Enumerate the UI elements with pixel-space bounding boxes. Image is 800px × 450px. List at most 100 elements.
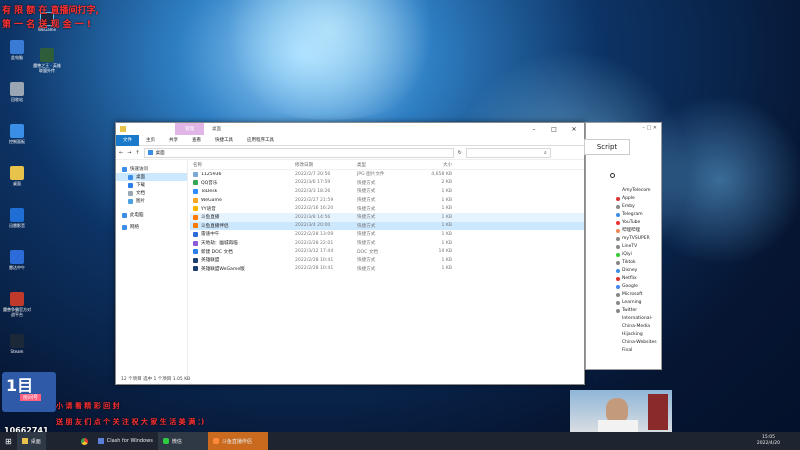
rule-item[interactable]: iQiyi — [616, 251, 657, 259]
column-header[interactable]: 大小 — [412, 162, 452, 168]
status-bar: 12 个项目 选中 1 个项目 1.05 KB — [121, 377, 191, 382]
taskbar-item-chrome[interactable] — [76, 432, 93, 450]
radio-icon[interactable] — [610, 173, 615, 178]
search-input[interactable]: ⌕ — [465, 147, 551, 158]
desktop-icon[interactable]: 回收站 — [2, 82, 32, 102]
folder-icon — [21, 438, 28, 444]
minimize-button[interactable]: – — [524, 123, 544, 135]
desktop-icon[interactable]: Steam — [2, 334, 32, 354]
rule-item[interactable]: Disney — [616, 267, 657, 275]
back-icon[interactable]: ← — [119, 150, 123, 156]
rule-item[interactable]: Emby — [616, 203, 657, 211]
desktop-icon[interactable]: 控制面板 — [2, 124, 32, 144]
desktop-icon[interactable]: 雷达中午 — [2, 250, 32, 270]
rule-item[interactable]: YouTube — [616, 219, 657, 227]
file-row[interactable]: 1125936 2022/2/7 20:56 JPG 图片文件 4,658 KB — [190, 170, 584, 179]
ribbon-tab[interactable]: 共享 — [162, 137, 185, 143]
file-name-cell: 1125936 — [190, 171, 295, 177]
file-explorer-window[interactable]: 管理 管理 桌面 – □ ✕ 文件 主页 共享 查看 快捷工具 应用程序工具 ← → ↑ … — [115, 122, 585, 385]
file-icon — [193, 223, 198, 229]
refresh-icon[interactable]: ↻ — [458, 150, 462, 156]
desktop-icon[interactable]: 迅雷影音 — [2, 208, 32, 228]
file-size: 1 KB — [441, 214, 452, 220]
rule-item[interactable]: China-Websites — [616, 339, 657, 347]
file-row[interactable]: 英雄联盟WeGame版 2022/2/28 10:41 快捷方式 1 KB — [190, 265, 584, 274]
file-row[interactable]: 斗鱼直播伴侣 2022/3/4 20:00 快捷方式 1 KB — [190, 221, 584, 231]
rule-item[interactable]: Google — [616, 283, 657, 291]
file-row[interactable]: 新建 DOC 文档 2022/3/12 17:44 DOC 文档 10 KB — [190, 247, 584, 256]
clock[interactable]: 15:05 2022/4/20 — [757, 435, 780, 447]
file-row[interactable]: 英雄联盟 2022/2/28 10:41 快捷方式 1 KB — [190, 256, 584, 265]
nav-item[interactable]: 下载 — [116, 181, 187, 189]
file-row[interactable]: YY语音 2022/2/16 16:20 快捷方式 1 KB — [190, 204, 584, 213]
rule-item[interactable]: Twitter — [616, 307, 657, 315]
file-row[interactable]: 天地劫：幽城再临 2022/2/28 22:01 快捷方式 1 KB — [190, 239, 584, 248]
rule-item[interactable]: Tiktok — [616, 259, 657, 267]
column-header[interactable]: 修改日期 — [295, 162, 357, 168]
up-icon[interactable]: ↑ — [135, 150, 139, 156]
nav-item[interactable]: 图片 — [116, 197, 187, 205]
file-row[interactable]: 斗鱼直播 2022/3/8 14:56 快捷方式 1 KB — [190, 212, 584, 222]
desktop-icon[interactable]: 桌面 — [2, 166, 32, 186]
nav-item[interactable]: 文档 — [116, 189, 187, 197]
ribbon-tab[interactable]: 快捷工具 — [208, 137, 240, 143]
file-row[interactable]: QQ音乐 2022/3/6 17:59 快捷方式 2 KB — [190, 179, 584, 188]
rule-item[interactable]: Telegram — [616, 211, 657, 219]
rule-item[interactable]: China-Media — [616, 323, 657, 331]
file-icon — [193, 171, 198, 177]
file-type: DOC 文档 — [357, 249, 379, 255]
file-row[interactable]: WeGame 2022/2/27 21:59 快捷方式 1 KB — [190, 196, 584, 205]
close-button[interactable]: ✕ — [564, 123, 584, 135]
nav-item[interactable]: 网络 — [116, 223, 187, 231]
rule-item[interactable]: Final — [616, 347, 657, 355]
rule-item[interactable]: International- — [616, 315, 657, 323]
rule-icon — [616, 205, 620, 209]
rule-item[interactable]: 哔哩哔哩 — [616, 227, 657, 235]
start-button[interactable]: ⊞ — [0, 432, 17, 450]
overlay-line-3: 小 请 看 精 彩 回 封 — [56, 402, 120, 410]
rule-item[interactable]: Learning — [616, 299, 657, 307]
maximize-button[interactable]: □ — [544, 123, 564, 135]
ctx-tab-1[interactable]: 管理 — [146, 123, 175, 135]
ribbon-tab[interactable]: 查看 — [185, 137, 208, 143]
ribbon-tab[interactable]: 主页 — [139, 137, 162, 143]
app-icon — [10, 208, 24, 222]
file-row[interactable]: 雷速中午 2022/2/28 13:09 快捷方式 1 KB — [190, 230, 584, 239]
column-header[interactable]: 名称 — [190, 162, 295, 168]
taskbar-item-desktop[interactable]: 桌面 — [16, 432, 46, 450]
rule-icon — [616, 269, 620, 273]
ribbon-tab[interactable]: 应用程序工具 — [240, 137, 281, 143]
nav-item[interactable]: 此电脑 — [116, 211, 187, 219]
rule-item[interactable]: Netflix — [616, 275, 657, 283]
script-button[interactable]: Script — [584, 139, 630, 155]
rule-item[interactable]: myTVSUPER — [616, 235, 657, 243]
forward-icon[interactable]: → — [127, 150, 131, 156]
file-row[interactable]: ToDesk 2022/3/3 18:26 快捷方式 1 KB — [190, 187, 584, 196]
ctx-tab-2[interactable]: 管理 — [175, 123, 204, 135]
clash-window[interactable]: – □ ✕ Script AmyTelecom Apple Emby Telegram… — [584, 122, 662, 370]
file-icon — [193, 197, 198, 203]
desktop-icon[interactable]: 魔兽争霸官方对战平台 — [2, 292, 32, 317]
file-type: JPG 图片文件 — [357, 172, 385, 178]
nav-item[interactable]: 桌面 — [116, 173, 187, 181]
rule-item[interactable]: Apple — [616, 195, 657, 203]
file-name-cell: 新建 DOC 文档 — [190, 249, 295, 255]
rule-item[interactable]: LineTV — [616, 243, 657, 251]
nav-item[interactable]: 快速访问 — [116, 165, 187, 173]
ribbon-tab[interactable]: 文件 — [116, 134, 139, 146]
column-header[interactable]: 类型 — [357, 162, 412, 168]
title-bar: 管理 管理 桌面 – □ ✕ — [116, 123, 584, 135]
taskbar-item-clash[interactable]: Clash for Windows — [93, 432, 158, 450]
desktop-icon-warcraft[interactable]: 魔兽之王 · 英雄联盟外传 — [32, 48, 62, 73]
rule-item[interactable]: AmyTelecom — [616, 187, 657, 195]
taskbar-item-douyu[interactable]: 斗鱼直播伴侣 — [207, 432, 268, 450]
taskbar-item-wechat[interactable]: 微信 — [157, 432, 208, 450]
nav-icon — [128, 182, 133, 188]
rule-item[interactable]: Microsoft — [616, 291, 657, 299]
desktop-icon[interactable]: 此电脑 — [2, 40, 32, 60]
rule-item[interactable]: Hijacking — [616, 331, 657, 339]
file-icon — [193, 249, 198, 255]
nav-icon — [122, 212, 127, 218]
address-input[interactable]: 桌面 — [143, 147, 454, 158]
file-name-cell: QQ音乐 — [190, 180, 295, 186]
